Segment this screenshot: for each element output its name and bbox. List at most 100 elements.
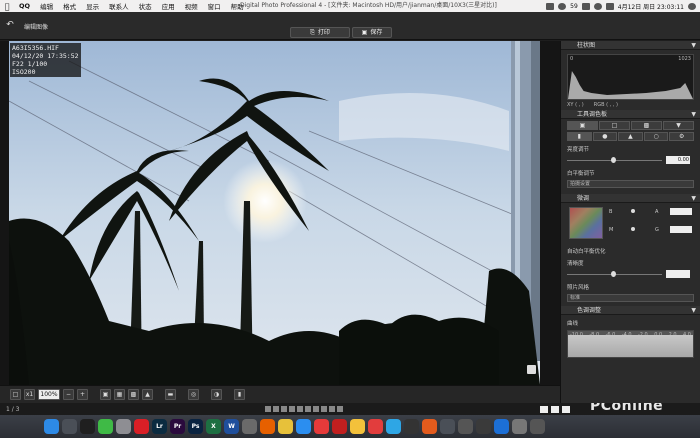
view-icon[interactable]: [551, 405, 559, 413]
collapse-icon[interactable]: ▼: [691, 41, 696, 50]
dock-netease-icon[interactable]: [332, 419, 347, 434]
grid-icon[interactable]: ▩: [128, 389, 139, 400]
star-icon[interactable]: [329, 406, 335, 412]
sharpness-slider[interactable]: [567, 270, 694, 279]
dock-app-d-icon[interactable]: [404, 419, 419, 434]
tool-palette-header[interactable]: 工具调色板 ▼: [561, 110, 700, 119]
save-button[interactable]: ▣ 保存: [352, 27, 392, 38]
dock-app-g-icon[interactable]: [458, 419, 473, 434]
dock-search-icon[interactable]: [62, 419, 77, 434]
tab-settings[interactable]: ⚙: [669, 132, 694, 141]
compare-icon[interactable]: ▦: [114, 389, 125, 400]
check-icon[interactable]: [281, 406, 287, 412]
dock-photoshop-icon[interactable]: Ps: [188, 419, 203, 434]
notification-icon[interactable]: [688, 2, 696, 10]
dock-app-j-icon[interactable]: [512, 419, 527, 434]
dock-excel-icon[interactable]: X: [206, 419, 221, 434]
auto-wb-label[interactable]: 自动白平衡优化: [567, 247, 606, 255]
info-icon[interactable]: ▮: [234, 389, 245, 400]
tab-image[interactable]: ▩: [631, 121, 662, 130]
curve-label[interactable]: 曲线: [567, 319, 578, 327]
dock-chrome-icon[interactable]: [278, 419, 293, 434]
dock-app-c-icon[interactable]: [386, 419, 401, 434]
menu-item-video[interactable]: 视频: [180, 1, 203, 11]
menu-item-format[interactable]: 格式: [58, 1, 81, 11]
view-icon[interactable]: [540, 405, 548, 413]
tab-color[interactable]: ●: [592, 132, 618, 141]
tone-curve[interactable]: -10.0 -8.0 -6.0 -4.0 -2.0 0.0 2.0 4.0: [567, 330, 694, 358]
collapse-icon[interactable]: ▼: [691, 110, 696, 119]
dock-safari-icon[interactable]: [296, 419, 311, 434]
color-thumb[interactable]: [631, 227, 635, 231]
tab-detail[interactable]: ▲: [618, 132, 643, 141]
dock-qq-icon[interactable]: [80, 419, 95, 434]
zoom-field[interactable]: 100%: [38, 389, 60, 400]
view-controls[interactable]: [540, 405, 570, 413]
dock-app-f-icon[interactable]: [440, 419, 455, 434]
dock-app-h-icon[interactable]: [476, 419, 491, 434]
tab-export[interactable]: ▼: [663, 121, 694, 130]
brightness-value[interactable]: 0.00: [666, 156, 690, 164]
check-icon[interactable]: [265, 406, 271, 412]
check-icon[interactable]: [289, 406, 295, 412]
tab-adjust[interactable]: ▮: [567, 132, 592, 141]
status-icon[interactable]: [546, 2, 555, 10]
print-button[interactable]: ⎘ 打印: [290, 27, 350, 38]
dock-appstore-icon[interactable]: [314, 419, 329, 434]
zoom-in-icon[interactable]: +: [77, 389, 88, 400]
dock-premiere-icon[interactable]: Pr: [170, 419, 185, 434]
wifi-icon[interactable]: [593, 2, 602, 10]
zoom-out-icon[interactable]: −: [63, 389, 74, 400]
dock-preview-icon[interactable]: [242, 419, 257, 434]
sharpness-value[interactable]: [666, 270, 690, 278]
star-icon[interactable]: [337, 406, 343, 412]
wb-select[interactable]: 拍摄设置: [567, 180, 694, 188]
tone-header[interactable]: 色调调整 ▼: [561, 306, 700, 315]
control-center-icon[interactable]: [605, 2, 614, 10]
dock-firefox-icon[interactable]: [260, 419, 275, 434]
dock-adobe-icon[interactable]: [134, 419, 149, 434]
clock[interactable]: 4月12日 周日 23:03:11: [618, 2, 684, 11]
menu-item-window[interactable]: 窗口: [203, 1, 226, 11]
x1-button[interactable]: x1: [24, 389, 35, 400]
status-icon[interactable]: [558, 2, 567, 10]
color-value[interactable]: [670, 226, 692, 233]
dock-app-e-icon[interactable]: [422, 419, 437, 434]
picture-style-select[interactable]: 标准: [567, 294, 694, 302]
tab-crop[interactable]: □: [599, 121, 630, 130]
navigator-icon[interactable]: [527, 365, 536, 374]
menu-item-contacts[interactable]: 联系人: [104, 1, 134, 11]
star-icon[interactable]: [313, 406, 319, 412]
tab-lens[interactable]: ○: [643, 132, 669, 141]
dock-lightroom-icon[interactable]: Lr: [152, 419, 167, 434]
dock-app-k-icon[interactable]: [530, 419, 545, 434]
back-arrow-icon[interactable]: ↶: [4, 19, 16, 31]
layout-icon[interactable]: ▬: [165, 389, 176, 400]
dock-app-b-icon[interactable]: [368, 419, 383, 434]
battery-icon[interactable]: [581, 2, 590, 10]
highlight-icon[interactable]: ◑: [211, 389, 222, 400]
check-icon[interactable]: [297, 406, 303, 412]
menu-item-edit[interactable]: 编辑: [35, 1, 58, 11]
tab-basic[interactable]: ▣: [567, 121, 598, 130]
menu-item-apps[interactable]: 应用: [157, 1, 180, 11]
collapse-icon[interactable]: ▼: [691, 306, 696, 315]
view-icon[interactable]: [562, 405, 570, 413]
color-wheel[interactable]: [569, 207, 603, 239]
color-value[interactable]: [670, 208, 692, 215]
dock-app-a-icon[interactable]: [350, 419, 365, 434]
histogram-header[interactable]: 柱状图 ▼: [561, 41, 700, 50]
fit-icon[interactable]: □: [10, 389, 21, 400]
menu-app-name[interactable]: QQ: [14, 2, 35, 10]
stamp-icon[interactable]: ▲: [142, 389, 153, 400]
crop-icon[interactable]: ▣: [100, 389, 111, 400]
af-point-icon[interactable]: ◎: [188, 389, 199, 400]
menu-item-view[interactable]: 显示: [81, 1, 104, 11]
star-icon[interactable]: [305, 406, 311, 412]
dock-finder-icon[interactable]: [44, 419, 59, 434]
dock-word-icon[interactable]: W: [224, 419, 239, 434]
slider-thumb[interactable]: [611, 157, 616, 163]
color-header[interactable]: 微调 ▼: [561, 194, 700, 203]
image-viewer[interactable]: A63I5356.HIF 04/12/20 17:35:52 F22 1/100…: [0, 41, 560, 385]
collapse-icon[interactable]: ▼: [691, 194, 696, 203]
